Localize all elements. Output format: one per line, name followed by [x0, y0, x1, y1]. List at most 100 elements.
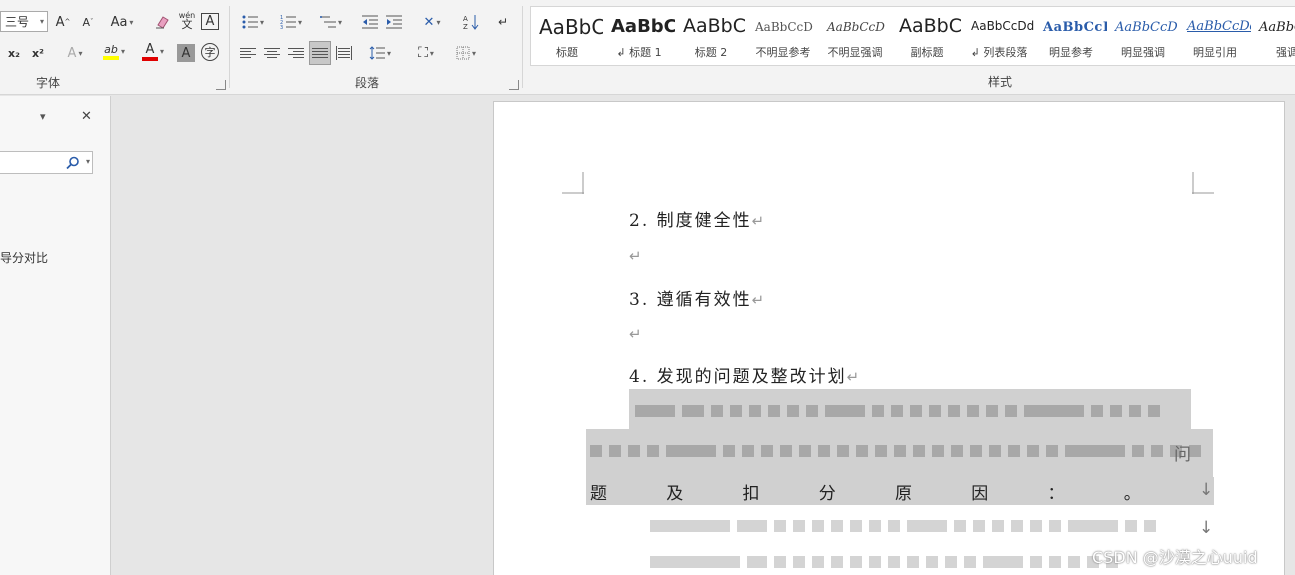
style-sample: AaBbC [899, 15, 963, 37]
align-center-icon [264, 46, 280, 60]
style-item[interactable]: AaBbCcDd 明显引用 [1179, 7, 1251, 65]
redaction-pixel [1151, 445, 1163, 457]
nav-heading-item[interactable]: 导分对比 [0, 249, 48, 266]
style-item[interactable]: AaBbC 强调 [1251, 7, 1295, 65]
line-spacing-icon [369, 46, 385, 60]
align-right-icon [288, 46, 304, 60]
redaction-pixel [1065, 445, 1125, 457]
enclose-characters-button[interactable]: 字 [201, 43, 219, 61]
redaction-pixel [856, 445, 868, 457]
grow-font-button[interactable]: A ^ [54, 11, 72, 33]
style-item[interactable]: AaBbC 标题 [531, 7, 603, 65]
style-item[interactable]: AaBbC ↲ 标题 1 [603, 7, 675, 65]
text-char: 原 [895, 483, 912, 504]
distributed-button[interactable] [334, 42, 354, 64]
redaction-pixel [989, 445, 1001, 457]
redaction-pixel [1129, 405, 1141, 417]
redaction-pixel [1049, 556, 1061, 568]
text-effects-button[interactable]: A ▾ [58, 42, 92, 64]
paragraph-dialog-launcher-icon[interactable] [509, 80, 519, 90]
shrink-font-button[interactable]: Aˇ [79, 11, 97, 33]
show-formatting-marks-button[interactable]: ↵ [493, 11, 513, 33]
redacted-line [650, 520, 1156, 532]
redaction-pixel [891, 405, 903, 417]
style-item[interactable]: AaBbCcI 明显参考 [1035, 7, 1107, 65]
paragraph-heading-2[interactable]: 2. 制度健全性↵ [629, 206, 764, 231]
svg-text:A: A [463, 15, 468, 23]
redaction-pixel [768, 405, 780, 417]
style-sample: AaBbC [1259, 20, 1295, 35]
text-char: 分 [818, 483, 836, 504]
style-item[interactable]: AaBbCcD 不明显强调 [819, 7, 891, 65]
asian-layout-button[interactable]: ✕ ▾ [416, 11, 448, 33]
redacted-line [590, 445, 1201, 457]
empty-paragraph[interactable]: ↵ [629, 324, 642, 344]
chevron-down-icon[interactable]: ▾ [86, 157, 90, 166]
align-right-button[interactable] [286, 42, 306, 64]
font-dialog-launcher-icon[interactable] [216, 80, 226, 90]
borders-button[interactable]: ▾ [450, 42, 482, 64]
line-spacing-button[interactable]: ▾ [364, 42, 396, 64]
justified-text-line[interactable]: 题 及 扣 分 原 因 ： 。 [586, 477, 1214, 505]
phonetic-guide-button[interactable]: wén 文 [177, 9, 197, 31]
close-icon[interactable]: ✕ [81, 109, 92, 124]
style-name: 明显引用 [1193, 46, 1237, 59]
style-item[interactable]: AaBbCcD 明显强调 [1107, 7, 1179, 65]
align-left-icon [240, 46, 256, 60]
shading-button[interactable]: ⛶ ▾ [410, 42, 442, 64]
redaction-pixel [1030, 520, 1042, 532]
decrease-indent-button[interactable] [360, 11, 380, 33]
redaction-pixel [907, 520, 947, 532]
align-left-button[interactable] [238, 42, 258, 64]
pane-options-icon[interactable]: ▾ [40, 110, 46, 123]
redaction-pixel [1024, 405, 1084, 417]
superscript-button[interactable]: x² [29, 42, 47, 64]
paragraph-heading-4[interactable]: 4. 发现的问题及整改计划↵ [629, 362, 859, 387]
sort-button[interactable]: AZ [461, 11, 481, 33]
align-center-button[interactable] [262, 42, 282, 64]
justify-button[interactable] [309, 41, 331, 65]
subscript-button[interactable]: x₂ [5, 42, 23, 64]
redaction-pixel [983, 556, 1023, 568]
group-divider [522, 6, 523, 88]
highlight-label: ab [104, 42, 118, 56]
change-case-button[interactable]: Aa ▾ [106, 11, 138, 33]
sort-icon: AZ [463, 15, 479, 30]
redacted-tail-char: 问 [1174, 445, 1193, 465]
distributed-icon [336, 46, 352, 60]
redaction-pixel [1030, 556, 1042, 568]
empty-paragraph[interactable]: ↵ [629, 246, 642, 266]
increase-indent-button[interactable] [384, 11, 404, 33]
font-size-value: 三号 [5, 15, 30, 29]
style-item[interactable]: AaBbCcDd ↲ 列表段落 [963, 7, 1035, 65]
font-color-button[interactable]: A ▾ [136, 40, 170, 62]
search-icon[interactable] [66, 156, 80, 170]
paragraph-text: 4. 发现的问题及整改计划 [629, 367, 847, 387]
bullets-button[interactable]: ▾ [238, 11, 268, 33]
character-border-button[interactable]: A [201, 13, 219, 30]
highlight-button[interactable]: ab ▾ [97, 40, 131, 62]
redaction-pixel [1068, 520, 1118, 532]
style-item[interactable]: AaBbC 标题 2 [675, 7, 747, 65]
text-char: 及 [666, 483, 684, 504]
style-name: 不明显强调 [827, 46, 883, 59]
highlight-color-bar [102, 55, 119, 60]
character-shading-button[interactable]: A [177, 44, 195, 62]
style-sample: AaBbCcD [827, 20, 885, 34]
text-effects-icon: A [67, 45, 77, 61]
font-size-select[interactable]: 三号 ▾ [0, 11, 48, 32]
style-item[interactable]: AaBbC 副标题 [891, 7, 963, 65]
style-item[interactable]: AaBbCcD 不明显参考 [747, 7, 819, 65]
multilevel-list-button[interactable]: ▾ [316, 11, 346, 33]
redaction-pixel [986, 405, 998, 417]
search-input[interactable]: ▾ [0, 151, 93, 174]
style-sample: AaBbCcD [755, 20, 813, 34]
redaction-pixel [818, 445, 830, 457]
style-name: ↲ 标题 1 [616, 46, 662, 59]
numbering-button[interactable]: 1 2 3 ▾ [276, 11, 306, 33]
redaction-pixel [932, 445, 944, 457]
redaction-pixel [1005, 405, 1017, 417]
clear-formatting-button[interactable] [151, 11, 173, 33]
redaction-pixel [869, 556, 881, 568]
paragraph-heading-3[interactable]: 3. 遵循有效性↵ [629, 285, 764, 310]
